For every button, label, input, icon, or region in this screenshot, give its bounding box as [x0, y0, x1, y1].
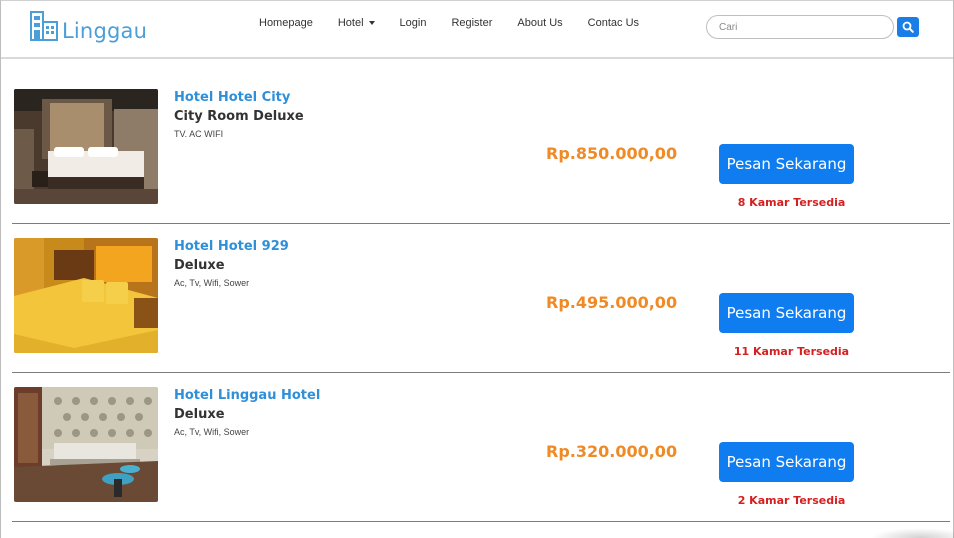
- room-type: City Room Deluxe: [174, 109, 304, 124]
- nav-homepage[interactable]: Homepage: [259, 17, 313, 29]
- brand-logo[interactable]: Linggau: [29, 10, 147, 42]
- brand-name: Linggau: [62, 19, 148, 43]
- room-price: Rp.320.000,00: [546, 442, 678, 461]
- search-button[interactable]: [897, 17, 919, 37]
- caret-down-icon: [368, 21, 375, 25]
- nav-login[interactable]: Login: [400, 17, 427, 29]
- navbar: Linggau Homepage Hotel Login Register Ab…: [1, 1, 953, 59]
- availability-label: 8 Kamar Tersedia: [737, 196, 846, 209]
- book-now-button[interactable]: Pesan Sekarang: [719, 144, 854, 184]
- hotel-name[interactable]: Hotel Hotel 929: [174, 239, 289, 254]
- room-price: Rp.495.000,00: [546, 293, 678, 312]
- room-photo[interactable]: [14, 89, 158, 204]
- room-photo-image: [14, 238, 158, 353]
- search-icon: [902, 21, 914, 33]
- nav-contact-us[interactable]: Contac Us: [588, 17, 639, 29]
- book-now-button[interactable]: Pesan Sekarang: [719, 293, 854, 333]
- room-price: Rp.850.000,00: [546, 144, 678, 163]
- nav-about-us[interactable]: About Us: [517, 17, 562, 29]
- availability-label: 2 Kamar Tersedia: [737, 494, 846, 507]
- room-facilities: TV. AC WIFI: [174, 129, 224, 139]
- room-card: Hotel Hotel City City Room Deluxe TV. AC…: [12, 75, 950, 224]
- corner-shadow: [870, 528, 954, 538]
- room-facilities: Ac, Tv, Wifi, Sower: [174, 427, 250, 437]
- room-photo[interactable]: [14, 387, 158, 502]
- main-nav: Homepage Hotel Login Register About Us C…: [259, 17, 664, 29]
- hotel-name[interactable]: Hotel Linggau Hotel: [174, 388, 320, 403]
- room-type: Deluxe: [174, 258, 225, 273]
- hotel-name[interactable]: Hotel Hotel City: [174, 90, 290, 105]
- book-now-button[interactable]: Pesan Sekarang: [719, 442, 854, 482]
- search-input[interactable]: [706, 15, 894, 39]
- room-type: Deluxe: [174, 407, 225, 422]
- availability-label: 11 Kamar Tersedia: [733, 345, 850, 358]
- nav-hotel-label: Hotel: [337, 17, 364, 29]
- room-photo-image: [14, 387, 158, 502]
- nav-hotel-dropdown[interactable]: Hotel: [338, 17, 375, 29]
- room-photo[interactable]: [14, 238, 158, 353]
- nav-register[interactable]: Register: [451, 17, 492, 29]
- room-card: Hotel Linggau Hotel Deluxe Ac, Tv, Wifi,…: [12, 373, 950, 522]
- room-photo-image: [14, 89, 158, 204]
- building-icon: [30, 11, 58, 41]
- room-facilities: Ac, Tv, Wifi, Sower: [174, 278, 250, 288]
- room-card: Hotel Hotel 929 Deluxe Ac, Tv, Wifi, Sow…: [12, 224, 950, 373]
